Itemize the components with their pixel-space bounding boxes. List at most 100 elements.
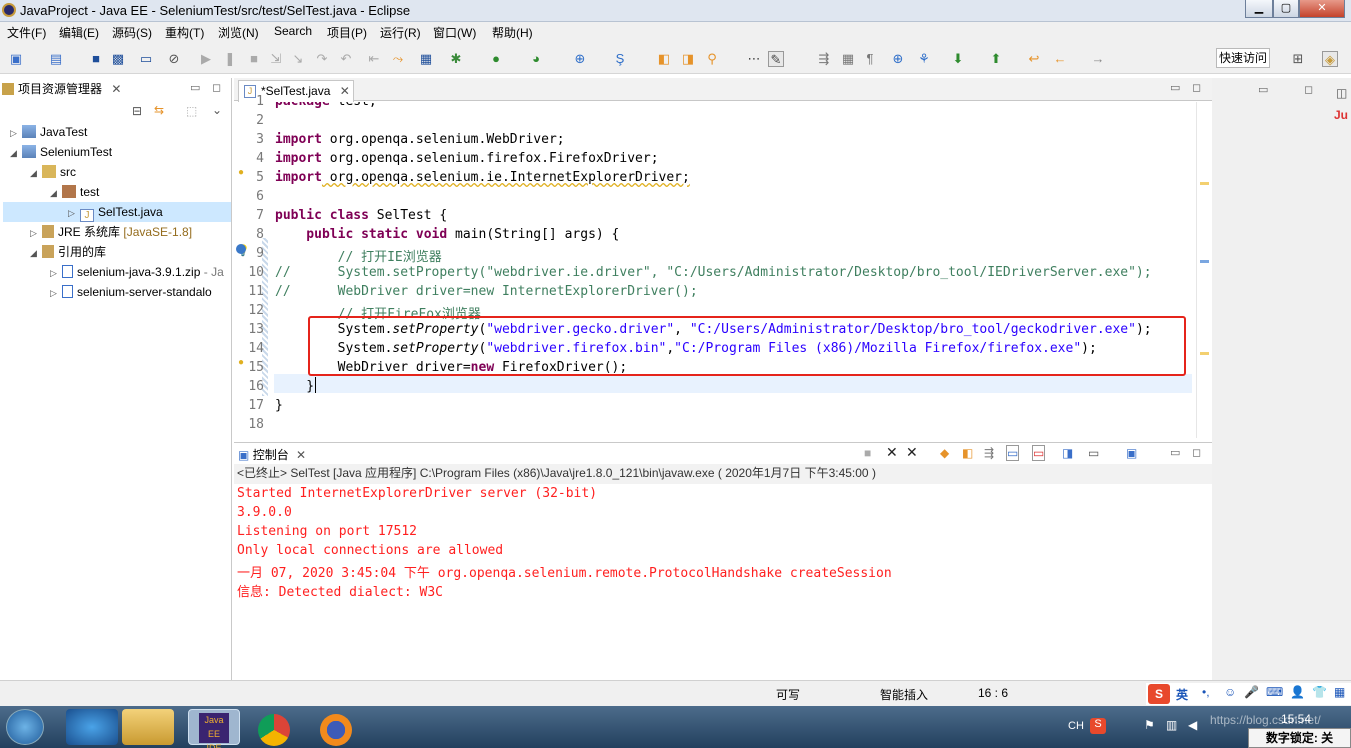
- console-tab[interactable]: ▣ 控制台 ✕: [238, 445, 306, 465]
- maximize-view-icon[interactable]: ◻: [1304, 83, 1313, 96]
- code-line[interactable]: }: [275, 379, 314, 394]
- tree-item-seltest-java[interactable]: ▷ J SelTest.java: [3, 202, 231, 222]
- display-console-icon[interactable]: ▭: [1088, 446, 1099, 460]
- forward-icon[interactable]: →: [1090, 51, 1106, 67]
- tree-item-referenced-libraries[interactable]: ◢ 引用的库: [30, 242, 106, 262]
- scroll-lock-icon[interactable]: ◧: [962, 446, 973, 460]
- maximize-editor-icon[interactable]: ◻: [1192, 81, 1201, 94]
- view-menu-icon[interactable]: ⌄: [212, 103, 222, 117]
- remove-launch-icon[interactable]: ✕: [886, 444, 898, 461]
- tree-item-javatest[interactable]: ▷ JavaTest: [10, 122, 87, 142]
- next-annotation-icon[interactable]: ⬇: [950, 51, 966, 67]
- skin-icon[interactable]: 👕: [1312, 685, 1327, 699]
- remove-all-terminated-icon[interactable]: ✕: [906, 444, 918, 461]
- clock-time[interactable]: 15:54: [1281, 712, 1311, 726]
- new-java-class-icon[interactable]: Ş: [612, 51, 628, 67]
- menu-run[interactable]: 运行(R): [380, 24, 421, 41]
- tree-item-test-package[interactable]: ◢ test: [50, 182, 99, 202]
- terminate-icon[interactable]: ■: [864, 446, 871, 460]
- warning-marker[interactable]: [1200, 352, 1209, 355]
- internet-explorer-icon[interactable]: [66, 709, 118, 745]
- start-button[interactable]: [6, 709, 44, 745]
- clear-console-icon[interactable]: ◆: [940, 446, 949, 460]
- debug-icon[interactable]: ✱: [448, 51, 464, 67]
- search-icon[interactable]: ⚲: [704, 51, 720, 67]
- run-icon[interactable]: ●: [488, 51, 504, 67]
- show-whitespace-icon[interactable]: ¶: [862, 51, 878, 67]
- junit-icon[interactable]: Ju: [1334, 108, 1348, 122]
- menu-source[interactable]: 源码(S): [112, 24, 152, 41]
- code-line[interactable]: import org.openqa.selenium.WebDriver;: [275, 132, 565, 147]
- menu-search[interactable]: Search: [274, 24, 312, 38]
- chrome-icon[interactable]: [258, 714, 290, 746]
- project-explorer-tab[interactable]: 项目资源管理器 ✕: [2, 78, 132, 100]
- coverage-icon[interactable]: ◕: [528, 51, 544, 67]
- keyboard-icon[interactable]: ⌨: [1266, 685, 1283, 699]
- toggle-occurrences-icon[interactable]: ⋯: [746, 51, 762, 67]
- collapse-all-icon[interactable]: ⊟: [132, 104, 142, 118]
- warning-marker[interactable]: [1200, 182, 1209, 185]
- new-icon[interactable]: ▣: [8, 51, 24, 67]
- tree-item-jre-library[interactable]: ▷ JRE 系统库 [JavaSE-1.8]: [30, 222, 192, 242]
- code-line[interactable]: import org.openqa.selenium.firefox.Firef…: [275, 151, 659, 166]
- quick-access-field[interactable]: 快速访问: [1216, 48, 1270, 68]
- previous-annotation-icon[interactable]: ⬆: [988, 51, 1004, 67]
- punctuation-icon[interactable]: •,: [1202, 685, 1210, 699]
- drop-to-frame-icon[interactable]: ⇤: [366, 51, 382, 67]
- new-project-icon[interactable]: ▤: [48, 51, 64, 67]
- save-all-icon[interactable]: ▩: [110, 51, 126, 67]
- maximize-view-icon[interactable]: ◻: [1192, 446, 1201, 459]
- menu-navigate[interactable]: 浏览(N): [218, 24, 259, 41]
- tree-item-seleniumtest[interactable]: ◢ SeleniumTest: [10, 142, 112, 162]
- menu-file[interactable]: 文件(F): [7, 24, 46, 41]
- code-comment[interactable]: // System.setProperty("webdriver.ie.driv…: [275, 265, 1152, 280]
- open-perspective-icon[interactable]: ⊞: [1290, 51, 1306, 67]
- tree-item-selenium-java-zip[interactable]: ▷ selenium-java-3.9.1.zip - Ja: [50, 262, 230, 282]
- code-comment[interactable]: // 打开IE浏览器: [275, 246, 442, 265]
- restore-icon[interactable]: ◫: [1336, 86, 1347, 100]
- sogou-tray-icon[interactable]: S: [1090, 718, 1106, 734]
- code-comment[interactable]: // WebDriver driver=new InternetExplorer…: [275, 284, 698, 299]
- expand-arrow-icon[interactable]: ▷: [50, 263, 60, 282]
- web-browser-icon[interactable]: ⊕: [890, 51, 906, 67]
- word-wrap-icon[interactable]: ⇶: [816, 51, 832, 67]
- step-into-icon[interactable]: ↘: [290, 51, 306, 67]
- code-line[interactable]: import org.openqa.selenium.ie.InternetEx…: [275, 170, 690, 185]
- show-stderr-icon[interactable]: ▭: [1032, 445, 1046, 461]
- block-selection-icon[interactable]: ▦: [840, 51, 856, 67]
- tree-item-selenium-server-jar[interactable]: ▷ selenium-server-standalo: [50, 282, 230, 302]
- maximize-button[interactable]: ▢: [1273, 0, 1299, 18]
- code-line[interactable]: public static void main(String[] args) {: [275, 227, 619, 242]
- minimize-view-icon[interactable]: ▭: [1170, 446, 1180, 459]
- menu-refactor[interactable]: 重构(T): [165, 24, 204, 41]
- menu-window[interactable]: 窗口(W): [433, 24, 476, 41]
- open-type-icon[interactable]: ◧: [656, 51, 672, 67]
- external-tools-icon[interactable]: ⊕: [572, 51, 588, 67]
- back-icon[interactable]: ←: [1052, 51, 1068, 67]
- overview-ruler[interactable]: [1196, 102, 1212, 438]
- save-icon[interactable]: ■: [88, 51, 104, 67]
- open-console-icon[interactable]: ▣: [1126, 446, 1137, 460]
- expand-arrow-icon[interactable]: ▷: [30, 223, 40, 243]
- emoji-icon[interactable]: ☺: [1224, 685, 1236, 699]
- tree-item-src[interactable]: ◢ src: [30, 162, 76, 182]
- minimize-editor-icon[interactable]: ▭: [1170, 81, 1180, 94]
- flag-tray-icon[interactable]: ⚑: [1144, 718, 1155, 732]
- expand-arrow-icon[interactable]: ▷: [10, 123, 20, 143]
- expand-arrow-icon[interactable]: ▷: [50, 283, 60, 302]
- server-icon[interactable]: ▦: [418, 51, 434, 67]
- microphone-icon[interactable]: 🎤: [1244, 685, 1259, 699]
- occurrence-marker[interactable]: [1200, 260, 1209, 263]
- expand-arrow-icon[interactable]: ▷: [68, 203, 78, 223]
- close-view-icon[interactable]: ✕: [111, 82, 121, 96]
- input-language-indicator[interactable]: CH: [1068, 720, 1084, 732]
- hierarchy-icon[interactable]: ⚘: [916, 51, 932, 67]
- firefox-icon[interactable]: [320, 714, 352, 746]
- last-edit-icon[interactable]: ↩: [1026, 51, 1042, 67]
- toolbox-icon[interactable]: ▦: [1334, 685, 1345, 699]
- network-tray-icon[interactable]: ▥: [1166, 718, 1177, 732]
- open-task-icon[interactable]: ◨: [680, 51, 696, 67]
- toggle-edit-icon[interactable]: ✎: [768, 51, 784, 67]
- use-step-filters-icon[interactable]: ⤳: [390, 51, 406, 67]
- java-ee-perspective-icon[interactable]: ◈: [1322, 51, 1338, 67]
